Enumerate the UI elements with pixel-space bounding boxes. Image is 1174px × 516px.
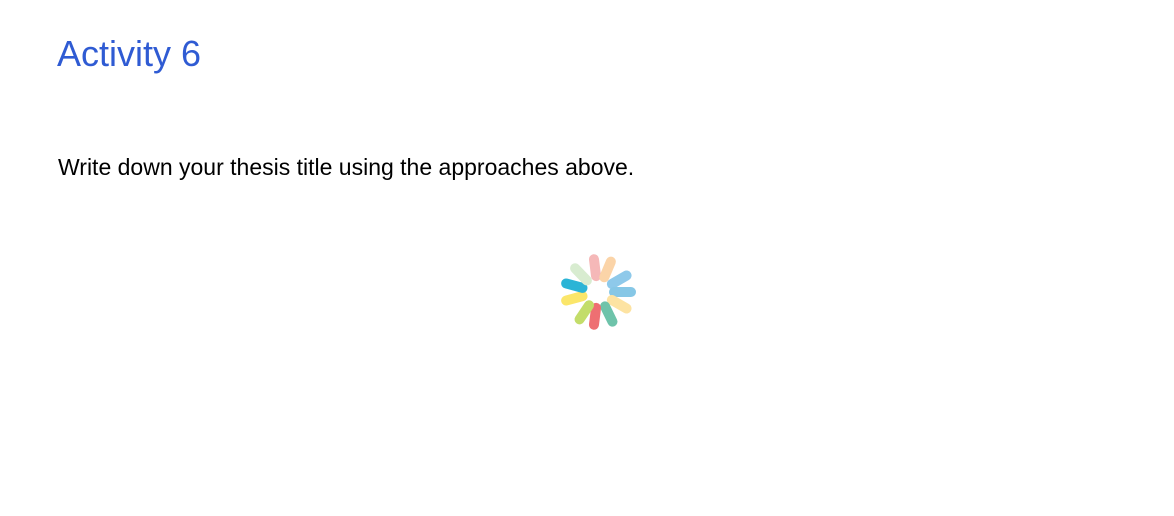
spinner-segment: [606, 295, 632, 314]
spinner-segment: [561, 291, 588, 306]
spinner-segment: [599, 256, 616, 283]
activity-instruction: Write down your thesis title using the a…: [58, 154, 635, 180]
spinner-segment: [570, 263, 592, 286]
loading-spinner: [533, 232, 663, 352]
spinner-segment: [600, 301, 618, 327]
activity-title: Activity 6: [57, 33, 202, 74]
spinner-segment: [606, 270, 632, 289]
spinner-segment: [561, 278, 588, 293]
spinner-segment: [588, 302, 602, 330]
spinner-segment: [574, 300, 595, 325]
spinner-segment: [588, 254, 602, 282]
loading-spinner-icon: [561, 254, 636, 330]
